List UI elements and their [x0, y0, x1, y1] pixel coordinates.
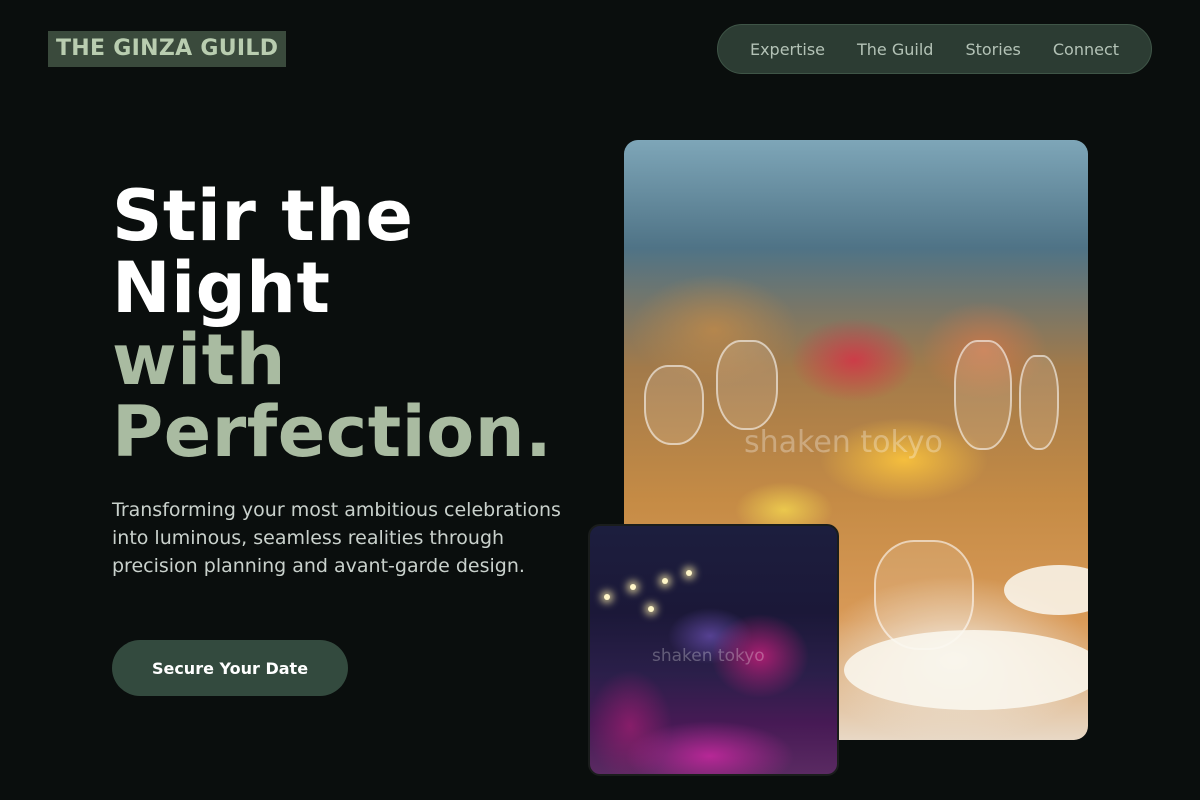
image-watermark: shaken tokyo	[744, 425, 943, 460]
event-venue-image: shaken tokyo	[588, 524, 839, 776]
wine-glass-shape	[644, 365, 704, 445]
secure-date-button[interactable]: Secure Your Date	[112, 640, 348, 696]
nav-item-expertise[interactable]: Expertise	[734, 40, 841, 59]
brand-logo[interactable]: THE GINZA GUILD	[48, 31, 287, 67]
hero-headline: Stir the Night with Perfection.	[112, 180, 552, 468]
hero-subtitle: Transforming your most ambitious celebra…	[112, 499, 561, 577]
stage-light	[604, 594, 610, 600]
headline-line-3: with	[112, 319, 286, 401]
plate-shape	[1004, 565, 1088, 615]
stage-light	[630, 584, 636, 590]
wine-glass-shape	[1019, 355, 1059, 450]
stage-light	[662, 578, 668, 584]
main-nav: Expertise The Guild Stories Connect	[717, 24, 1152, 74]
headline-line-4: Perfection.	[112, 391, 553, 473]
stage-light	[686, 570, 692, 576]
nav-item-stories[interactable]: Stories	[949, 40, 1036, 59]
nav-item-connect[interactable]: Connect	[1037, 40, 1135, 59]
headline-line-2: Night	[112, 247, 331, 329]
wine-glass-shape	[716, 340, 778, 430]
headline-line-1: Stir the	[112, 175, 414, 257]
plate-shape	[844, 630, 1088, 710]
landing-page: THE GINZA GUILD Expertise The Guild Stor…	[0, 0, 1200, 800]
image-watermark: shaken tokyo	[652, 646, 765, 666]
wine-glass-shape	[954, 340, 1012, 450]
nav-item-the-guild[interactable]: The Guild	[841, 40, 949, 59]
stage-light	[648, 606, 654, 612]
